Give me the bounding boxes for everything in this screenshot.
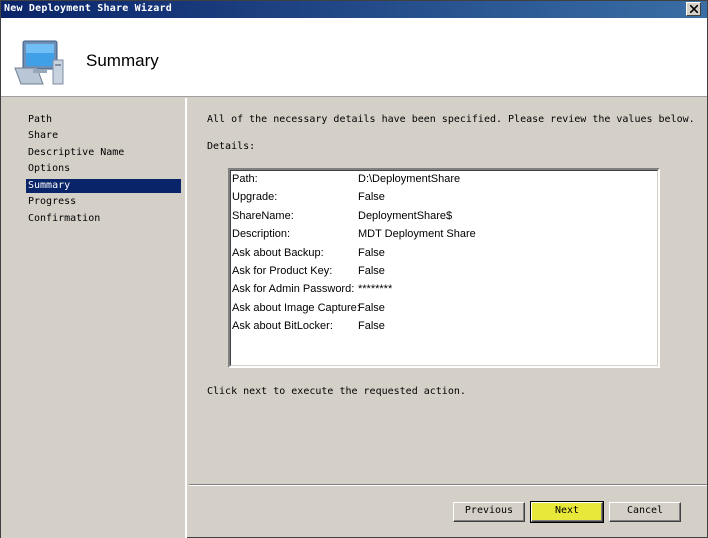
detail-key: Path: [232,173,258,185]
detail-value: DeploymentShare$ [358,210,453,222]
nav-step-descriptive-name[interactable]: Descriptive Name [26,146,181,160]
detail-key: Ask for Product Key: [232,265,333,277]
detail-value: False [358,247,385,259]
summary-panel: All of the necessary details have been s… [189,98,707,484]
window-title: New Deployment Share Wizard [4,3,172,14]
wizard-steps-nav: Path Share Descriptive Name Options Summ… [1,98,187,538]
nav-step-progress[interactable]: Progress [26,195,181,209]
detail-key: Upgrade: [232,191,278,203]
detail-value: False [358,320,385,332]
detail-key: Description: [232,228,291,240]
details-label: Details: [207,141,256,152]
nav-step-confirmation[interactable]: Confirmation [26,212,181,226]
nav-step-share[interactable]: Share [26,129,181,143]
detail-value: MDT Deployment Share [358,228,476,240]
nav-step-path[interactable]: Path [26,113,181,127]
outro-text: Click next to execute the requested acti… [207,386,466,397]
close-button[interactable] [686,2,701,16]
nav-step-summary[interactable]: Summary [26,179,181,193]
computer-icon [14,40,64,85]
detail-key: ShareName: [232,210,294,222]
detail-value: False [358,191,385,203]
title-bar[interactable]: New Deployment Share Wizard [1,1,707,18]
page-title: Summary [86,51,159,70]
wizard-header: Summary [1,18,707,97]
detail-value: ******** [358,283,393,295]
details-list[interactable]: Path: D:\DeploymentShare Upgrade: False … [228,168,660,368]
previous-button[interactable]: Previous [453,502,525,522]
cancel-button[interactable]: Cancel [609,502,681,522]
intro-text: All of the necessary details have been s… [207,114,695,125]
wizard-window: New Deployment Share Wizard Summary Path… [0,0,708,538]
detail-value: False [358,265,385,277]
button-bar: Previous Next Cancel [189,484,707,538]
detail-key: Ask about Image Capture: [232,302,360,314]
next-button[interactable]: Next [530,501,604,523]
detail-key: Ask for Admin Password: [232,283,355,295]
detail-value: D:\DeploymentShare [358,173,461,185]
close-icon [690,5,698,13]
detail-value: False [358,302,385,314]
detail-key: Ask about Backup: [232,247,324,259]
nav-step-options[interactable]: Options [26,162,181,176]
detail-key: Ask about BitLocker: [232,320,333,332]
